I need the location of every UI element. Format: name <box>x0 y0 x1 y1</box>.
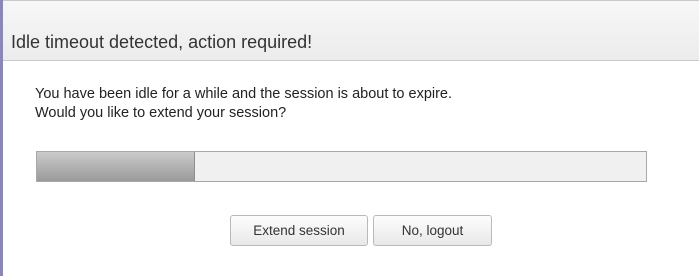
dialog-message: You have been idle for a while and the s… <box>35 85 452 123</box>
progress-bar-fill <box>37 152 196 181</box>
logout-button[interactable]: No, logout <box>373 215 492 246</box>
dialog-titlebar[interactable]: Idle timeout detected, action required! <box>3 0 699 61</box>
dialog-buttons: Extend session No, logout <box>230 215 492 246</box>
dialog-title: Idle timeout detected, action required! <box>11 32 313 52</box>
extend-session-button[interactable]: Extend session <box>230 215 368 246</box>
session-timeout-progress-bar <box>36 151 647 182</box>
message-line-2: Would you like to extend your session? <box>35 105 287 121</box>
message-line-1: You have been idle for a while and the s… <box>35 86 453 102</box>
idle-timeout-dialog: Idle timeout detected, action required! … <box>0 0 699 276</box>
